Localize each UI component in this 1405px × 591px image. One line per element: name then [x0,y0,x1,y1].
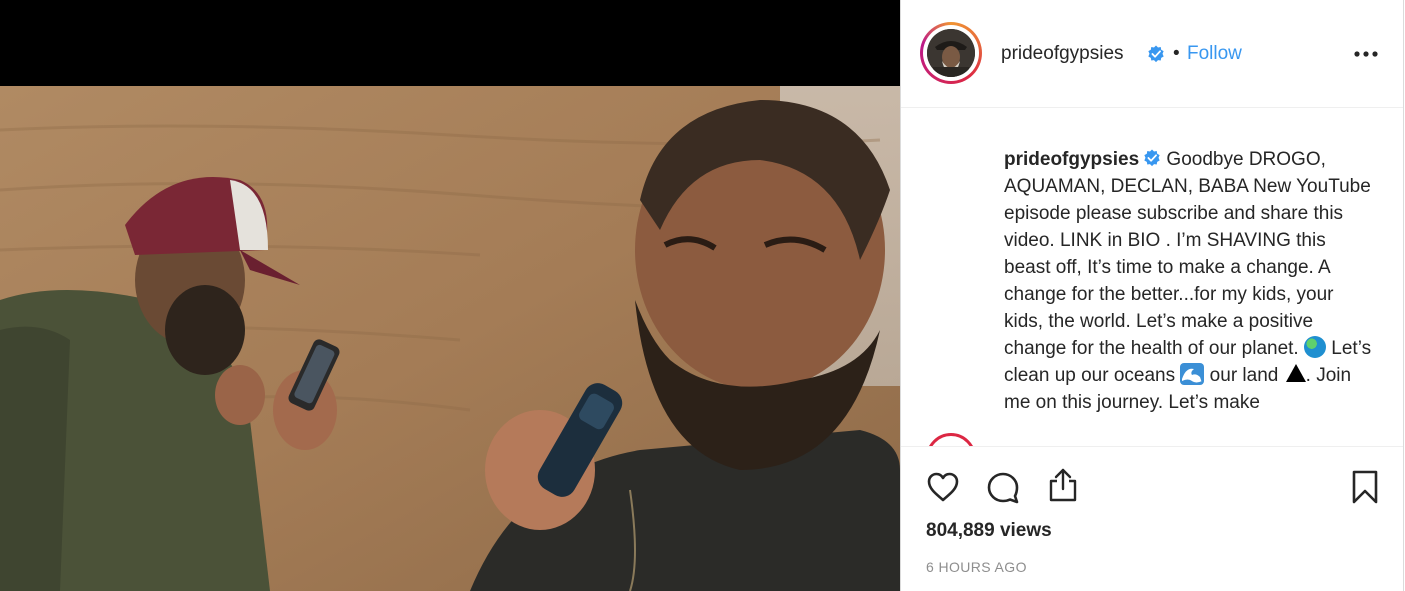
comment-icon[interactable] [985,469,1021,505]
post-caption: prideofgypsies Goodbye DROGO, AQUAMAN, D… [1004,146,1374,416]
view-count[interactable]: 804,889 views [926,520,1052,542]
caption-text-1: Goodbye DROGO, AQUAMAN, DECLAN, BABA New… [1004,149,1371,359]
avatar-image [927,29,975,77]
post-timestamp[interactable]: 6 HOURS AGO [926,559,1027,575]
bookmark-icon[interactable] [1347,469,1383,505]
heart-icon[interactable] [925,469,961,505]
post-side-panel: prideofgypsies • Follow prideofgypsies G… [900,0,1405,591]
wave-emoji-icon [1180,363,1205,385]
triangle-emoji-icon [1285,364,1306,382]
follow-button[interactable]: Follow [1187,42,1242,66]
avatar-photo [927,29,975,77]
globe-emoji-icon [1304,336,1326,358]
header-separator: • [1173,43,1180,64]
post-header: prideofgypsies • Follow [901,0,1404,108]
post-username[interactable]: prideofgypsies [1001,42,1124,66]
instagram-post: prideofgypsies • Follow prideofgypsies G… [0,0,1405,591]
post-actions: 804,889 views 6 HOURS AGO [901,446,1404,591]
more-options-icon[interactable] [1351,44,1381,64]
avatar[interactable] [920,22,982,84]
caption-username[interactable]: prideofgypsies [1004,149,1139,170]
video-frame [0,0,900,591]
video-player[interactable] [0,0,900,591]
caption-scroll-area[interactable]: prideofgypsies Goodbye DROGO, AQUAMAN, D… [901,108,1404,446]
comment-avatar[interactable] [926,433,976,446]
verified-badge-icon [1144,149,1160,167]
panel-border [1403,0,1404,591]
share-icon[interactable] [1045,467,1081,503]
avatar-border [923,25,979,81]
verified-badge-icon [1148,45,1164,63]
caption-text-3: our land [1204,365,1284,386]
